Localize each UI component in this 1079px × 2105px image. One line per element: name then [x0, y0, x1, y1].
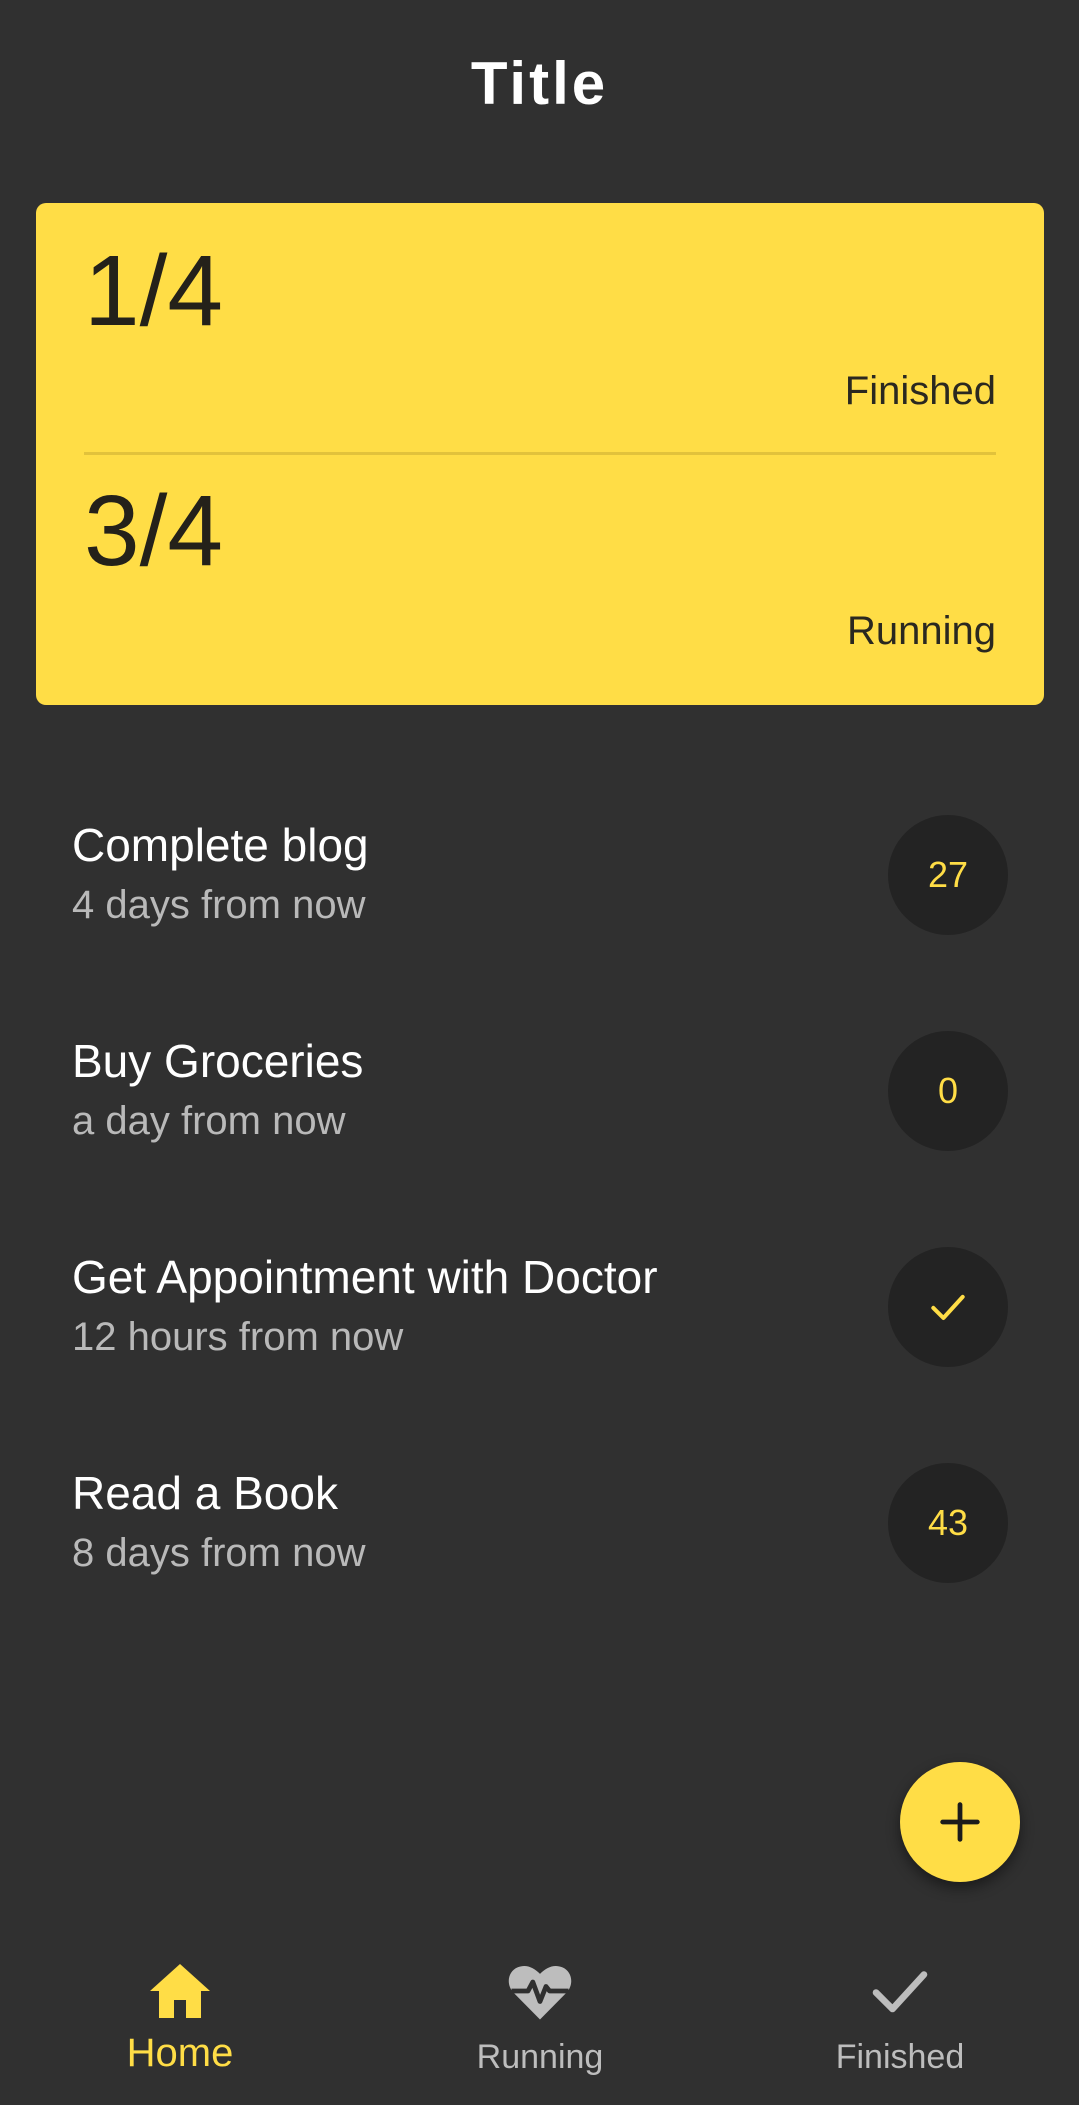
- task-due: 12 hours from now: [72, 1315, 404, 1359]
- running-count: 3/4: [84, 475, 224, 587]
- task-due: 4 days from now: [72, 883, 366, 927]
- plus-icon: [940, 1802, 980, 1842]
- running-stat: 3/4 Running: [84, 471, 996, 691]
- task-item-doctor-appointment[interactable]: Get Appointment with Doctor 12 hours fro…: [0, 1217, 1079, 1433]
- task-list: Complete blog 4 days from now 27 Buy Gro…: [0, 785, 1079, 1649]
- finished-count: 1/4: [84, 235, 224, 347]
- card-divider: [84, 452, 996, 455]
- nav-label-running: Running: [476, 2038, 604, 2076]
- task-item-complete-blog[interactable]: Complete blog 4 days from now 27: [0, 785, 1079, 1001]
- finished-label: Finished: [844, 369, 996, 413]
- task-title: Buy Groceries: [72, 1035, 364, 1087]
- home-icon: [144, 1955, 216, 2027]
- nav-label-finished: Finished: [835, 2038, 965, 2076]
- bottom-nav: Home Running Finished: [0, 1935, 1079, 2105]
- task-due: 8 days from now: [72, 1531, 366, 1575]
- task-done-badge[interactable]: [888, 1247, 1008, 1367]
- summary-card: 1/4 Finished 3/4 Running: [36, 203, 1044, 705]
- task-badge[interactable]: 27: [888, 815, 1008, 935]
- finished-stat: 1/4 Finished: [84, 231, 996, 451]
- nav-item-running[interactable]: Running: [360, 1935, 720, 2105]
- check-icon: [931, 1294, 965, 1321]
- task-badge[interactable]: 0: [888, 1031, 1008, 1151]
- task-title: Read a Book: [72, 1467, 338, 1519]
- task-item-buy-groceries[interactable]: Buy Groceries a day from now 0: [0, 1001, 1079, 1217]
- heartbeat-icon: [504, 1955, 576, 2027]
- add-task-button[interactable]: [900, 1762, 1020, 1882]
- task-item-read-book[interactable]: Read a Book 8 days from now 43: [0, 1433, 1079, 1649]
- check-icon: [864, 1955, 936, 2027]
- task-badge[interactable]: 43: [888, 1463, 1008, 1583]
- nav-item-finished[interactable]: Finished: [720, 1935, 1079, 2105]
- running-label: Running: [846, 609, 996, 653]
- nav-label-home: Home: [126, 2031, 234, 2075]
- task-title: Get Appointment with Doctor: [72, 1251, 658, 1303]
- task-due: a day from now: [72, 1099, 346, 1143]
- task-title: Complete blog: [72, 819, 369, 871]
- nav-item-home[interactable]: Home: [0, 1935, 360, 2105]
- page-title: Title: [470, 50, 609, 117]
